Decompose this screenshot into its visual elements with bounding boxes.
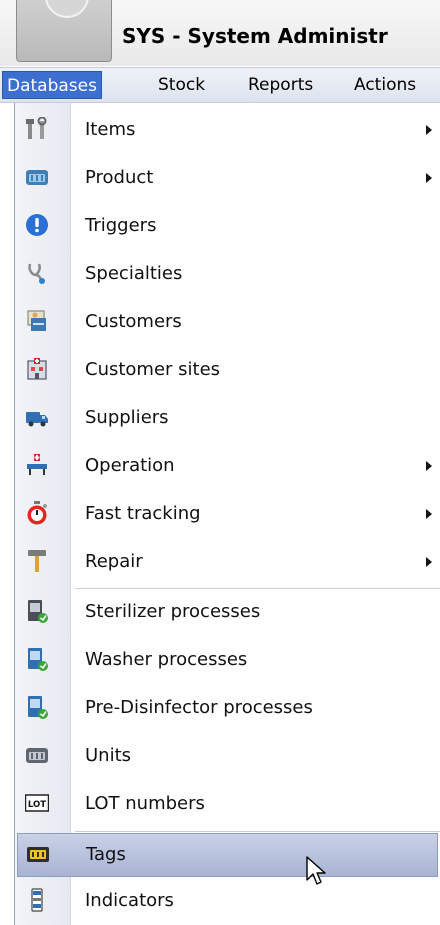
menu-item-label: Fast tracking [85, 503, 201, 524]
washer-icon [28, 648, 48, 671]
window-title: SYS - System Administr [122, 24, 388, 48]
info-icon [26, 214, 48, 236]
menu-item-label: Tags [86, 844, 126, 865]
menu-item-units[interactable]: Units [15, 734, 440, 778]
menu-item-tags[interactable]: Tags [17, 833, 438, 877]
submenu-arrow-icon [426, 557, 432, 567]
menu-item-indicators[interactable]: Indicators [15, 879, 440, 923]
menu-separator [75, 831, 440, 832]
units-icon [26, 748, 48, 763]
menu-item-label: Customer sites [85, 359, 221, 380]
menu-item-label: Customers [85, 311, 182, 332]
menu-actions[interactable]: Actions [350, 71, 420, 99]
app-window: SYS - System Administr Databases Stock R… [0, 0, 440, 925]
menu-item-sterilizer-processes[interactable]: Sterilizer processes [15, 590, 440, 634]
menu-item-label: Specialties [85, 263, 183, 284]
menu-item-fast-tracking[interactable]: Fast tracking [15, 492, 440, 536]
tools-icon [26, 117, 47, 139]
hospital-icon [27, 358, 47, 380]
menu-item-label: Product [85, 167, 154, 188]
menu-stock[interactable]: Stock [154, 71, 209, 99]
menu-item-label: Items [85, 119, 136, 140]
menu-item-customers[interactable]: Customers [15, 300, 440, 344]
menu-databases[interactable]: Databases [2, 71, 102, 99]
mouse-pointer-icon [306, 856, 326, 885]
menu-item-label: Triggers [85, 215, 157, 236]
menu-item-items[interactable]: Items [15, 108, 440, 152]
operation-bed-icon [27, 454, 47, 475]
menu-separator [75, 588, 440, 589]
menu-item-specialties[interactable]: Specialties [15, 252, 440, 296]
menu-item-repair[interactable]: Repair [15, 540, 440, 584]
avatar-head-shape [45, 0, 89, 18]
lot-icon: LOT [25, 794, 49, 812]
databases-dropdown: Items Product Triggers Specialties Custo… [14, 103, 440, 925]
menu-item-lot-numbers[interactable]: LOT LOT numbers [15, 782, 440, 826]
menu-item-label: Sterilizer processes [85, 601, 261, 622]
menu-item-label: LOT numbers [85, 793, 205, 814]
menu-item-product[interactable]: Product [15, 156, 440, 200]
product-icon [26, 170, 48, 185]
header: SYS - System Administr [0, 0, 440, 66]
menu-item-label: Pre-Disinfector processes [85, 697, 313, 718]
menu-item-customer-sites[interactable]: Customer sites [15, 348, 440, 392]
stethoscope-icon [28, 263, 45, 284]
menu-item-label: Operation [85, 455, 175, 476]
tag-icon [27, 847, 49, 862]
menu-item-operation[interactable]: Operation [15, 444, 440, 488]
menu-item-suppliers[interactable]: Suppliers [15, 396, 440, 440]
submenu-arrow-icon [426, 173, 432, 183]
menu-item-washer-processes[interactable]: Washer processes [15, 638, 440, 682]
menu-item-label: Indicators [85, 890, 174, 911]
submenu-arrow-icon [426, 509, 432, 519]
svg-text:LOT: LOT [28, 800, 46, 810]
customers-icon [27, 310, 46, 331]
indicator-icon [31, 888, 43, 912]
hammer-icon [28, 550, 46, 572]
submenu-arrow-icon [426, 125, 432, 135]
menu-item-label: Suppliers [85, 407, 169, 428]
menu-bar: Databases Stock Reports Actions [0, 67, 440, 103]
menu-item-label: Repair [85, 551, 143, 572]
menu-item-pre-disinfector-processes[interactable]: Pre-Disinfector processes [15, 686, 440, 730]
sterilizer-icon [28, 600, 48, 623]
menu-item-label: Units [85, 745, 132, 766]
menu-reports[interactable]: Reports [244, 71, 317, 99]
user-avatar[interactable] [16, 0, 112, 62]
stopwatch-icon [27, 501, 47, 525]
menu-item-label: Washer processes [85, 649, 248, 670]
pre-disinfector-icon [28, 696, 48, 719]
menu-item-triggers[interactable]: Triggers [15, 204, 440, 248]
submenu-arrow-icon [426, 461, 432, 471]
truck-icon [26, 412, 48, 427]
